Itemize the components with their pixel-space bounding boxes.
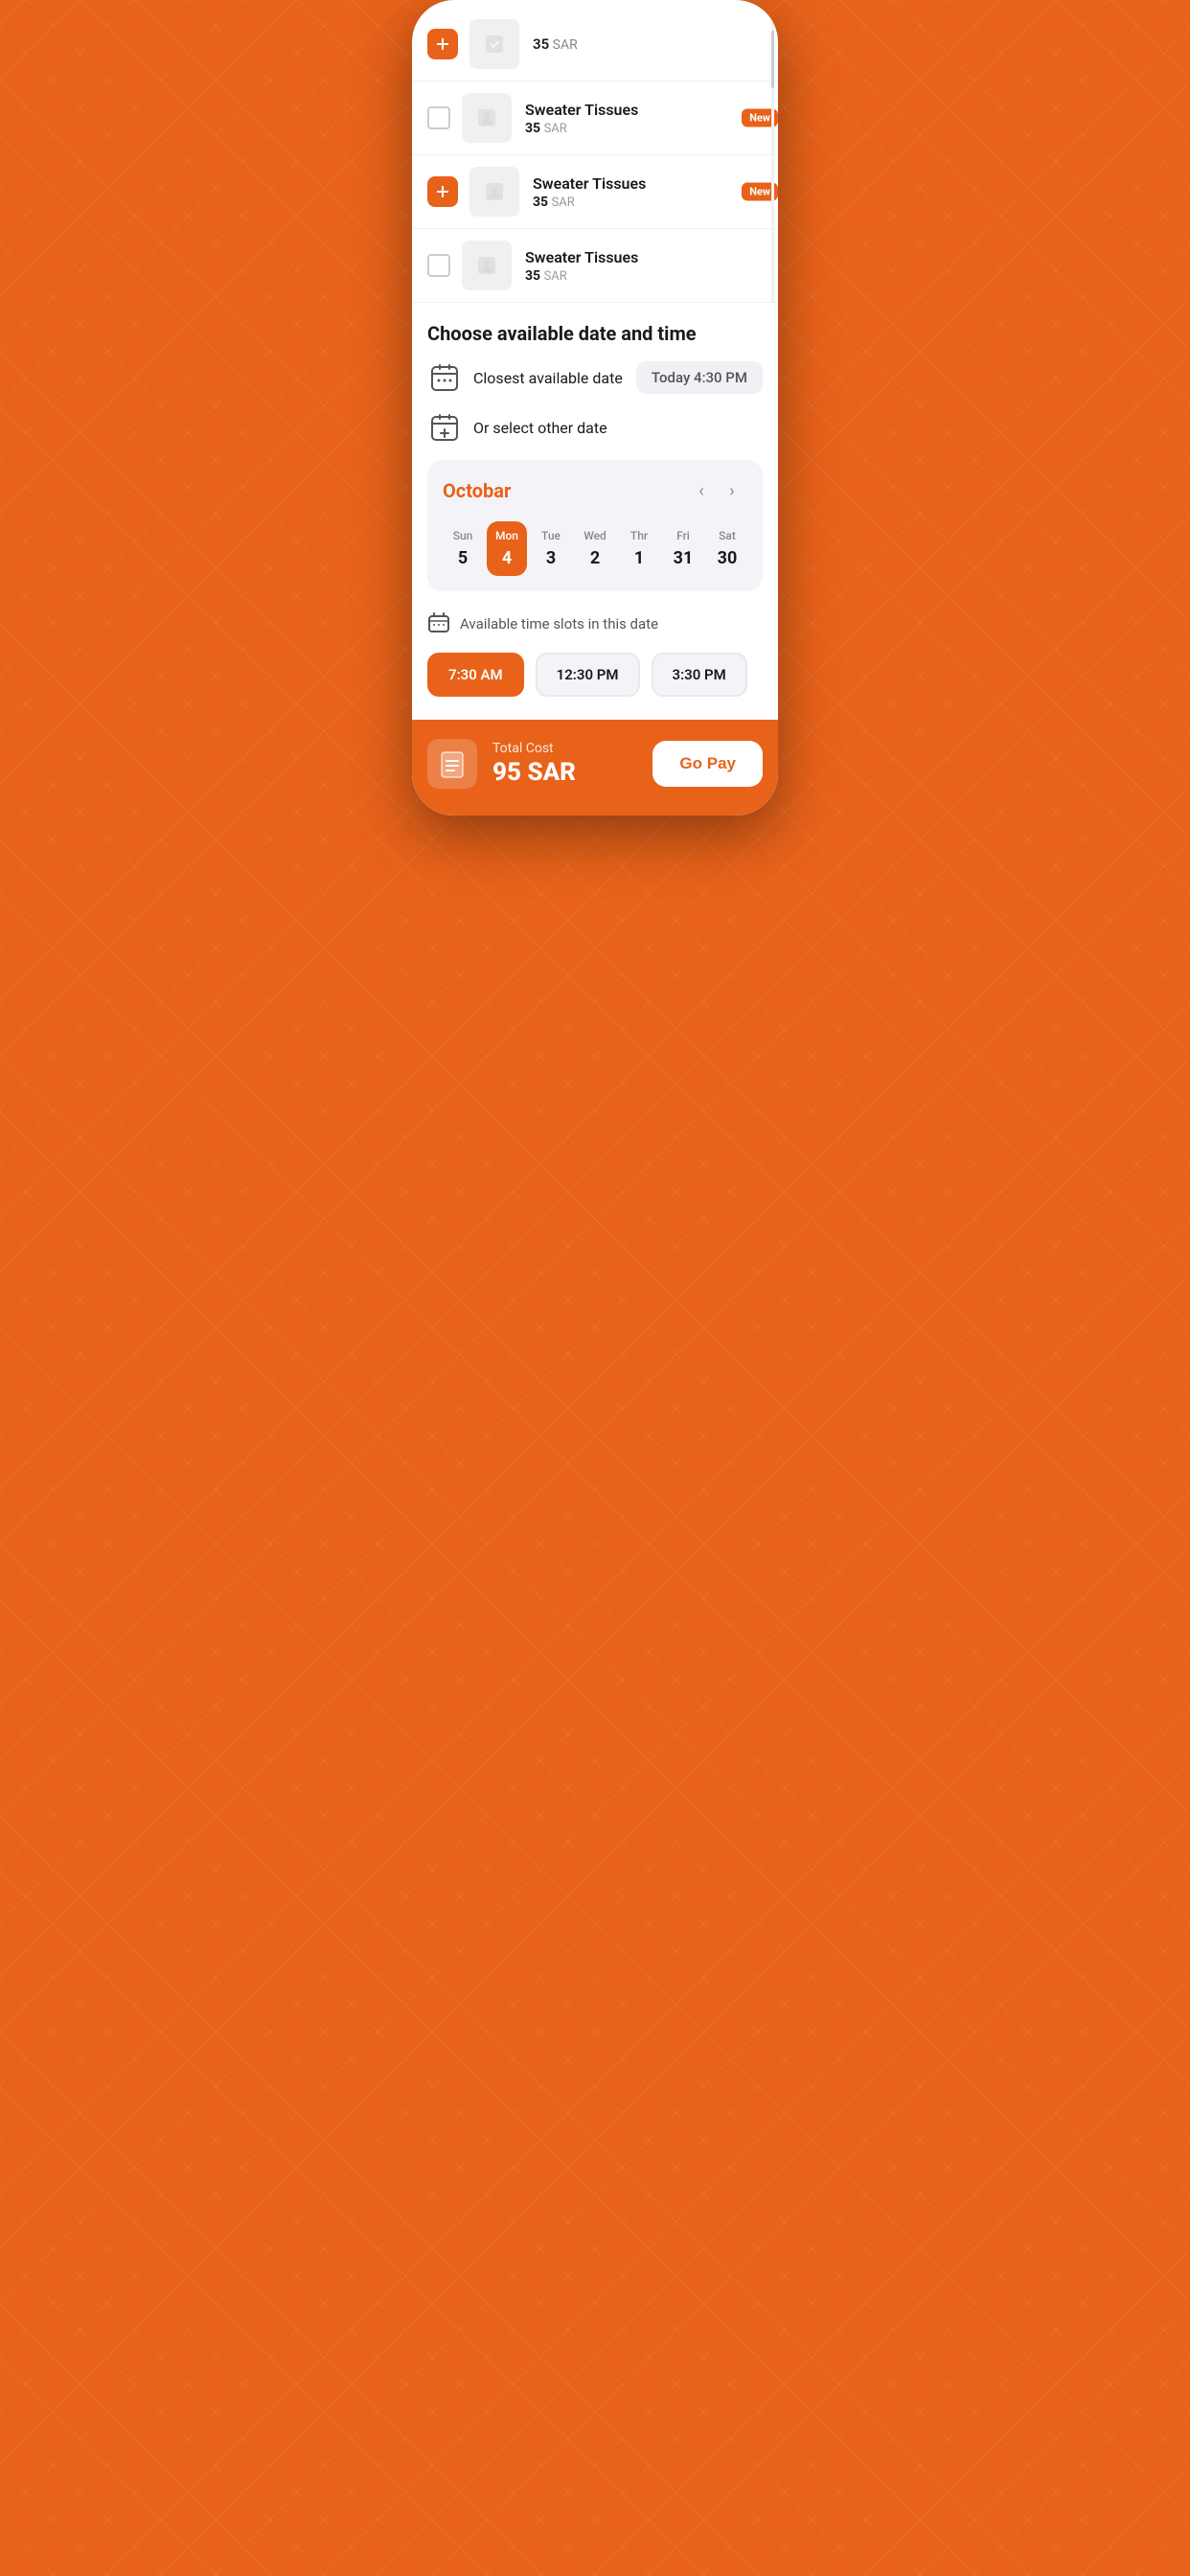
total-cost-info: Total Cost 95 SAR [492,741,637,787]
closest-date-row: Closest available date Today 4:30 PM [412,360,778,410]
product-item-partial: 35 SAR [412,12,778,81]
product-price-partial: 35 SAR [533,35,763,53]
total-cost-label: Total Cost [492,741,637,756]
phone-top-bar [412,0,778,12]
day-name-thr: Thr [630,529,648,542]
day-num-mon: 4 [502,548,512,568]
day-num-thr: 1 [634,548,644,568]
go-pay-button[interactable]: Go Pay [652,741,763,787]
scrollbar-track [771,12,774,303]
product-info-partial: 35 SAR [533,35,763,53]
calendar-day-tue[interactable]: Tue 3 [531,521,571,576]
calendar-icon-1 [427,360,462,395]
product-image-2 [469,167,519,217]
calendar-add-icon [427,410,462,445]
currency-partial: SAR [553,37,578,53]
checkbox-1[interactable] [427,106,450,129]
day-name-sun: Sun [453,529,473,542]
product-info-2: Sweater Tissues 35 SAR [533,174,763,210]
product-image-partial [469,19,519,69]
closest-date-value[interactable]: Today 4:30 PM [636,361,763,394]
calendar-day-mon[interactable]: Mon 4 [487,521,527,576]
add-button-partial[interactable] [427,29,458,59]
calendar-widget: Octobar ‹ › Sun 5 Mon 4 Tue 3 Wed 2 Thr … [427,460,763,591]
plus-icon-partial [436,37,449,51]
day-name-sat: Sat [719,529,736,542]
total-cost-amount: 95 SAR [492,758,637,787]
add-button-2[interactable] [427,176,458,207]
product-name-3: Sweater Tissues [525,248,763,266]
day-num-sun: 5 [458,548,468,568]
calendar-next-button[interactable]: › [717,475,747,506]
calendar-prev-button[interactable]: ‹ [686,475,717,506]
product-info-3: Sweater Tissues 35 SAR [525,248,763,284]
product-name-2: Sweater Tissues [533,174,763,193]
time-slot-2[interactable]: 3:30 PM [652,653,747,697]
plus-icon-2 [436,185,449,198]
calendar-day-thr[interactable]: Thr 1 [619,521,659,576]
product-info-1: Sweater Tissues 35 SAR [525,101,763,136]
calendar-day-fri[interactable]: Fri 31 [663,521,703,576]
time-slots-row: 7:30 AM 12:30 PM 3:30 PM [427,653,763,697]
time-slots-label-row: Available time slots in this date [427,610,763,637]
product-item-1: Sweater Tissues 35 SAR New [412,81,778,155]
bottom-bar: Total Cost 95 SAR Go Pay [412,720,778,816]
time-slots-label: Available time slots in this date [460,615,658,632]
day-num-wed: 2 [590,548,600,568]
product-image-1 [462,93,512,143]
product-list-container: 35 SAR [412,12,778,303]
checkbox-3[interactable] [427,254,450,277]
day-name-tue: Tue [541,529,561,542]
day-num-sat: 30 [718,548,738,568]
product-image-3 [462,241,512,290]
clock-icon [427,610,450,637]
calendar-day-sat[interactable]: Sat 30 [707,521,747,576]
calendar-header: Octobar ‹ › [443,475,747,506]
product-price-2: 35 SAR [533,195,763,210]
other-date-row: Or select other date [412,410,778,460]
time-slot-0[interactable]: 7:30 AM [427,653,524,697]
other-date-label: Or select other date [473,419,763,437]
time-slot-1[interactable]: 12:30 PM [536,653,640,697]
phone-device: 3 5 SAR [412,0,778,816]
closest-date-label: Closest available date [473,369,636,387]
scrollbar-thumb[interactable] [771,31,774,88]
product-price-3: 35 SAR [525,268,763,284]
time-section: Available time slots in this date 7:30 A… [412,610,778,697]
screen-content: 3 5 SAR [412,12,778,816]
day-name-fri: Fri [676,529,690,542]
product-price-1: 35 SAR [525,121,763,136]
day-name-wed: Wed [584,529,606,542]
product-name-1: Sweater Tissues [525,101,763,119]
day-name-mon: Mon [495,529,518,542]
calendar-day-wed[interactable]: Wed 2 [575,521,615,576]
day-num-tue: 3 [546,548,556,568]
calendar-days-row: Sun 5 Mon 4 Tue 3 Wed 2 Thr 1 Fri 31 Sat… [443,521,747,576]
calendar-day-sun[interactable]: Sun 5 [443,521,483,576]
product-item-3: Sweater Tissues 35 SAR [412,229,778,303]
phone-wrapper: 3 5 SAR [397,0,793,854]
calendar-month: Octobar [443,479,686,502]
bill-icon-wrapper [427,739,477,789]
section-title-date: Choose available date and time [412,303,778,360]
product-item-2: Sweater Tissues 35 SAR New [412,155,778,229]
day-num-fri: 31 [674,548,694,568]
